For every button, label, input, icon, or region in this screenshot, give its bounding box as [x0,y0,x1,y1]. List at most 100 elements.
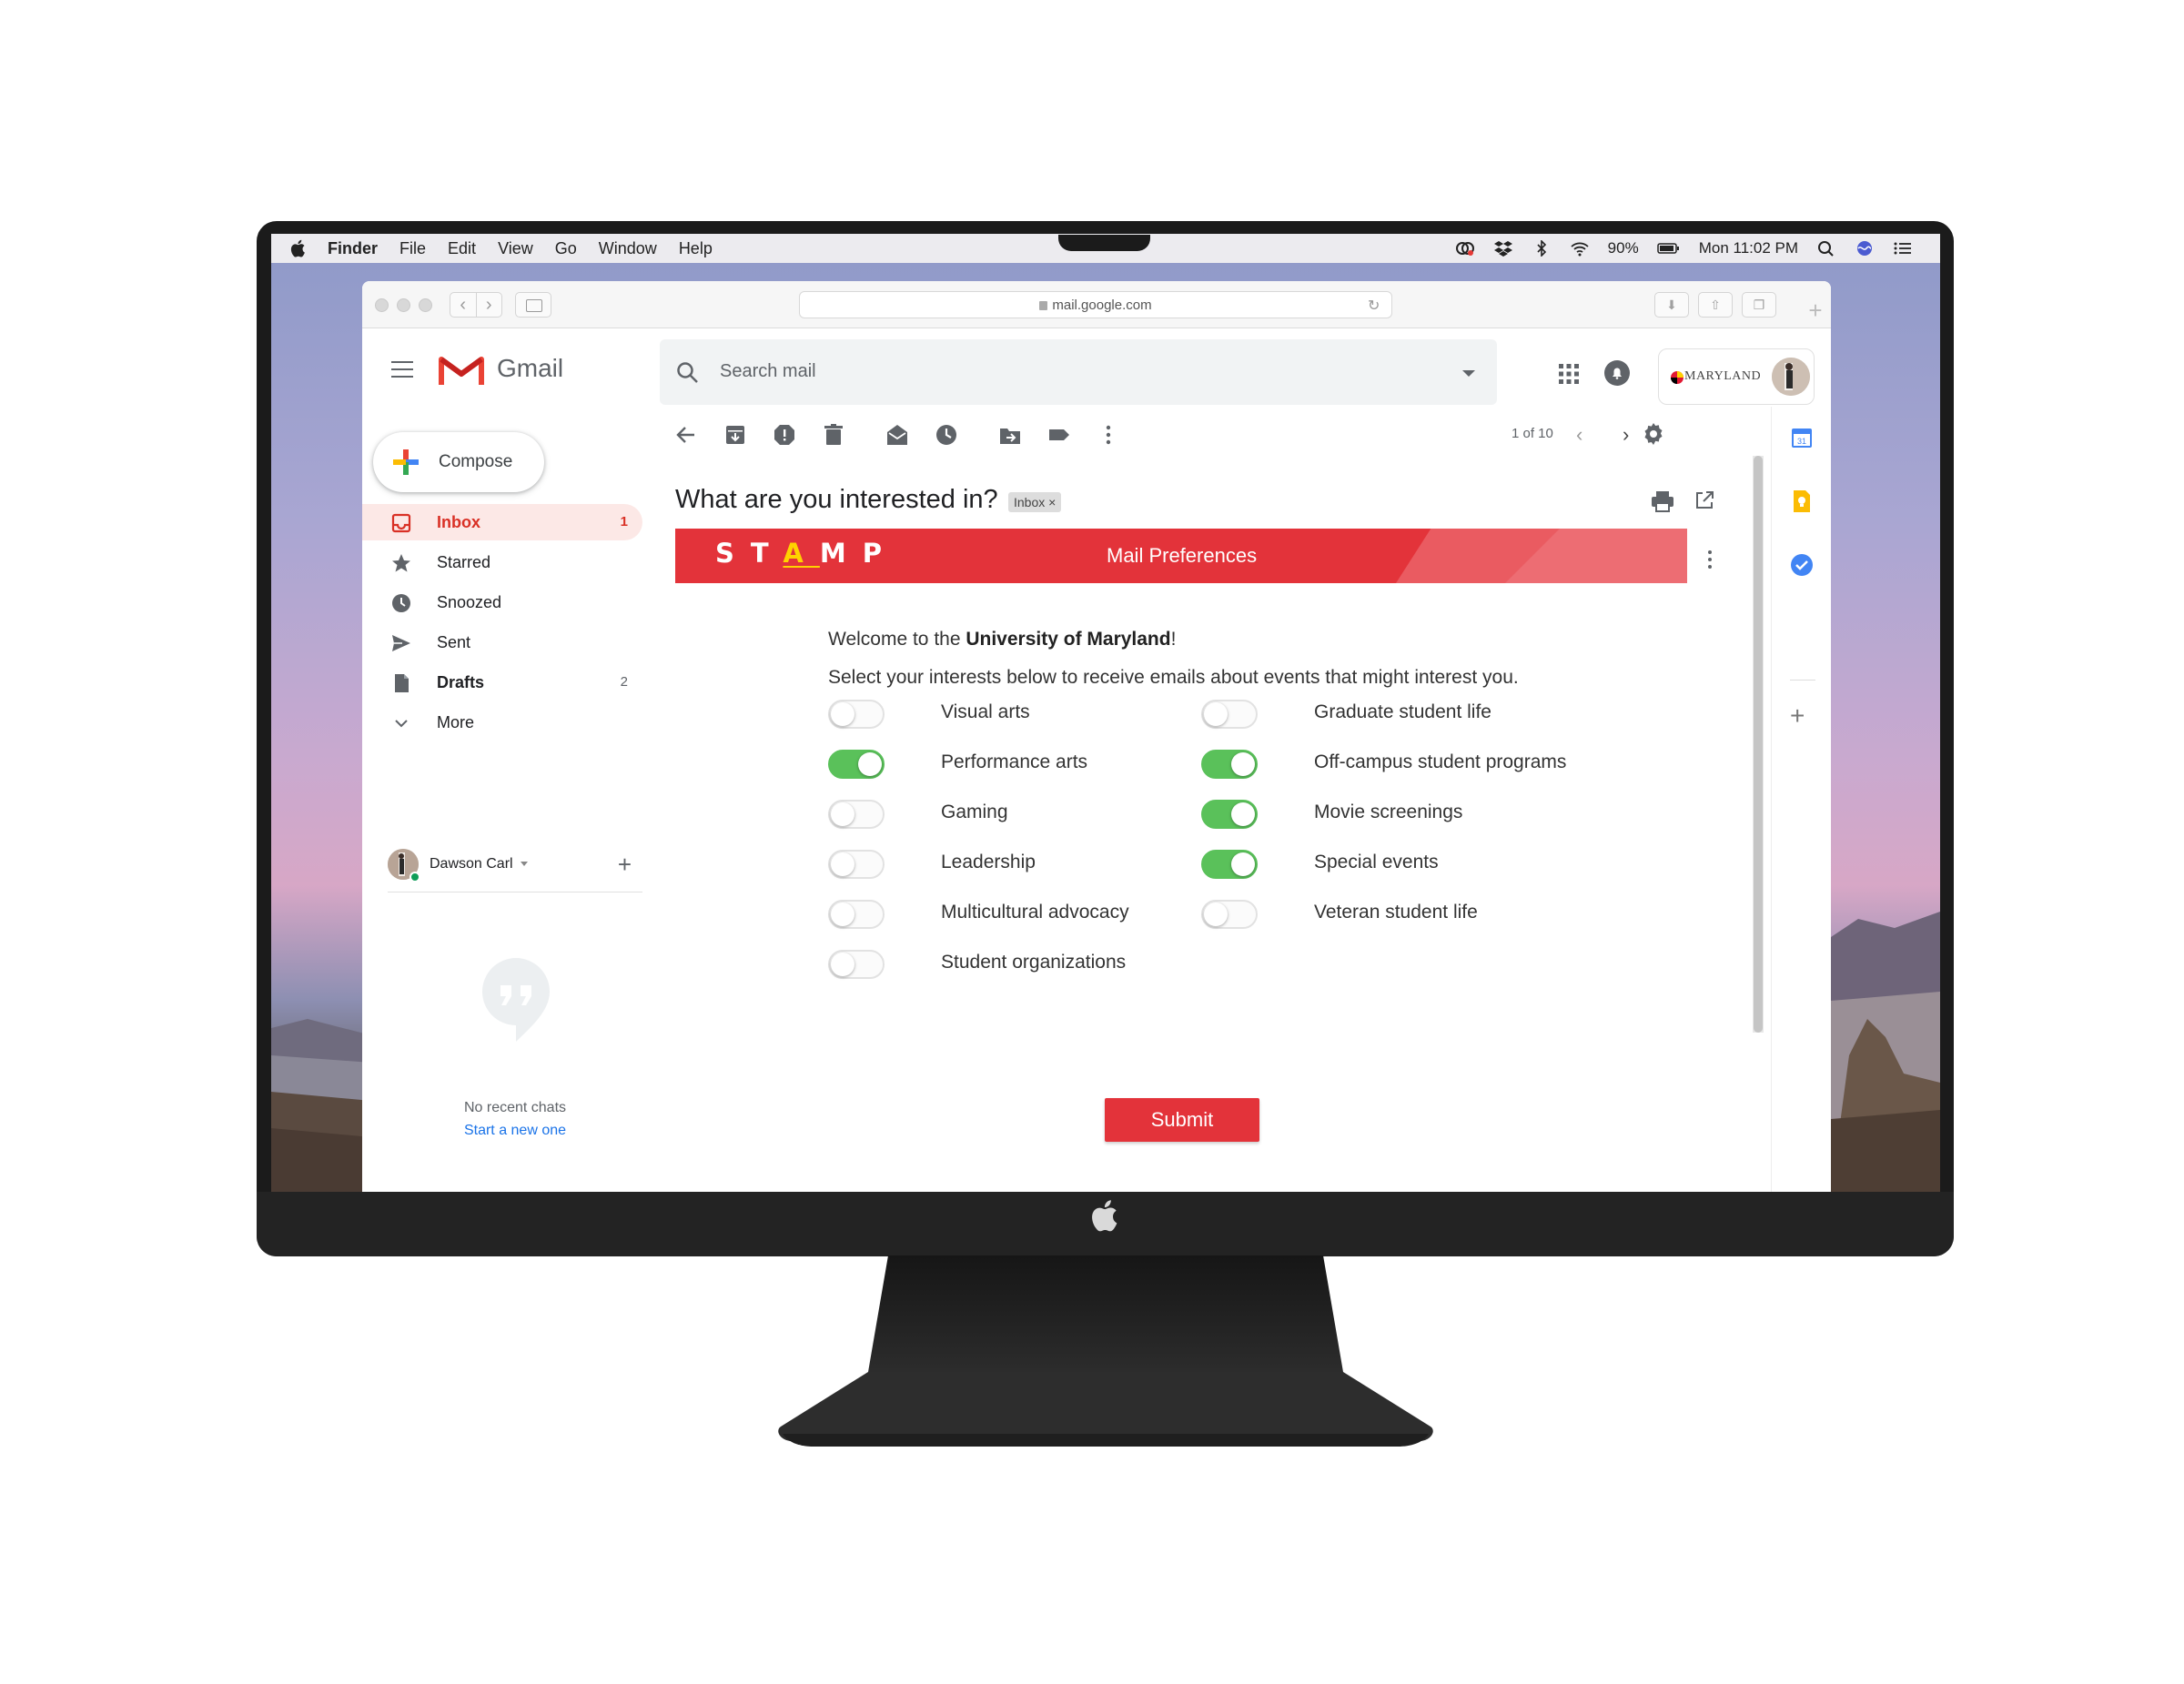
search-icon[interactable] [676,361,700,385]
reload-icon[interactable]: ↻ [1368,297,1384,314]
close-window-button[interactable] [375,298,389,312]
menubar-clock[interactable]: Mon 11:02 PM [1699,239,1798,257]
menu-edit[interactable]: Edit [448,239,476,258]
preference-toggle[interactable] [828,700,885,729]
main-menu-icon[interactable] [391,361,413,378]
address-bar[interactable]: mail.google.com ↻ [799,291,1392,318]
label-tag-icon[interactable] [1047,423,1071,447]
screen: Finder File Edit View Go Window Help 90%… [271,234,1940,1192]
gmail-app: Gmail Search mail MARYLAND Compose Inbox… [362,328,1831,1192]
preference-row: Performance arts [828,746,1192,782]
sidebar-item-more[interactable]: More [362,704,642,741]
toggle-knob [831,903,854,926]
newer-chevron-icon[interactable]: ‹ [1576,423,1594,446]
keep-icon[interactable] [1789,489,1815,514]
sidebar-item-inbox[interactable]: Inbox 1 [362,504,642,540]
get-addons-plus-icon[interactable]: + [1790,701,1805,731]
preference-row: Movie screenings [1201,796,1565,832]
share-icon[interactable]: ⇧ [1698,292,1733,318]
back-button[interactable]: ‹ [450,293,477,317]
preference-toggle[interactable] [1201,850,1258,879]
bluetooth-icon[interactable] [1532,240,1552,257]
tasks-icon[interactable] [1789,552,1815,578]
snooze-clock-icon[interactable] [935,423,958,447]
preference-row: Graduate student life [1201,696,1565,732]
menu-view[interactable]: View [498,239,533,258]
preference-toggle[interactable] [1201,700,1258,729]
preference-label: Movie screenings [1314,802,1463,822]
menu-window[interactable]: Window [599,239,657,258]
open-in-new-window-icon[interactable] [1694,490,1714,510]
new-chat-plus-icon[interactable]: + [618,851,632,879]
move-to-folder-icon[interactable] [998,423,1022,447]
sidebar-item-label: Sent [437,633,471,651]
new-tab-icon[interactable]: + [1800,292,1831,328]
minimize-window-button[interactable] [397,298,410,312]
welcome-line: Welcome to the University of Maryland! [828,629,1176,650]
preference-toggle[interactable] [828,750,885,779]
preference-toggle[interactable] [828,950,885,979]
preference-row: Student organizations [828,946,1192,983]
account-switcher[interactable]: MARYLAND [1658,348,1815,405]
back-arrow-icon[interactable] [674,423,698,447]
menu-help[interactable]: Help [679,239,713,258]
gmail-logo-icon[interactable] [439,352,484,387]
sidebar-item-sent[interactable]: Sent [362,624,642,660]
menu-go[interactable]: Go [555,239,577,258]
hangouts-user[interactable]: Dawson Carl + [388,838,642,892]
preference-toggle[interactable] [1201,800,1258,829]
settings-gear-icon[interactable] [1641,421,1666,447]
email-scrollbar[interactable] [1753,456,1764,1033]
downloads-icon[interactable]: ⬇ [1654,292,1689,318]
sidebar-item-starred[interactable]: Starred [362,544,642,580]
scrollbar-thumb[interactable] [1754,456,1763,1033]
calendar-icon[interactable]: 31 [1789,425,1815,450]
more-options-kebab-icon[interactable] [1097,423,1120,447]
stamp-logo-letter: M [819,538,863,569]
notifications-bell-icon[interactable] [1603,359,1631,387]
preference-row: Special events [1201,846,1565,882]
sidebar-item-label: More [437,713,475,731]
zoom-window-button[interactable] [419,298,432,312]
account-avatar[interactable] [1772,358,1810,396]
start-new-chat-link[interactable]: Start a new one [362,1123,668,1139]
menubar-app-name[interactable]: Finder [328,239,378,258]
dropbox-icon[interactable] [1493,240,1513,257]
toggle-knob [1231,752,1255,776]
wifi-icon[interactable] [1570,240,1590,257]
report-spam-icon[interactable] [773,423,796,447]
status-dropdown-icon[interactable] [521,862,528,866]
submit-button[interactable]: Submit [1105,1098,1259,1142]
preference-toggle[interactable] [828,900,885,929]
search-options-icon[interactable] [1462,370,1475,377]
mark-unread-icon[interactable] [885,423,909,447]
forward-button[interactable]: › [477,293,502,317]
menu-file[interactable]: File [399,239,426,258]
preference-toggle[interactable] [1201,750,1258,779]
battery-icon[interactable] [1656,240,1681,257]
apple-menu-icon[interactable] [289,238,306,258]
archive-icon[interactable] [723,423,747,447]
google-apps-icon[interactable] [1558,363,1580,385]
inbox-label-chip[interactable]: Inbox × [1008,492,1062,512]
print-icon[interactable] [1651,490,1674,512]
sidebar-item-label: Starred [437,553,491,571]
notification-center-icon[interactable] [1893,240,1913,257]
account-org-name: MARYLAND [1684,369,1762,383]
delete-trash-icon[interactable] [822,423,845,447]
search-bar[interactable]: Search mail [660,339,1497,405]
sidebar-item-snoozed[interactable]: Snoozed [362,584,642,620]
preference-toggle[interactable] [828,800,885,829]
older-chevron-icon[interactable]: › [1623,423,1641,446]
siri-icon[interactable] [1855,240,1875,257]
preference-toggle[interactable] [1201,900,1258,929]
tabs-overview-icon[interactable]: ❐ [1742,292,1776,318]
creative-cloud-icon[interactable] [1455,240,1475,257]
email-more-options-icon[interactable] [1707,549,1713,570]
sidebar-toggle-button[interactable] [515,292,551,318]
spotlight-search-icon[interactable] [1816,240,1836,257]
compose-button[interactable]: Compose [373,432,544,492]
search-input[interactable]: Search mail [720,361,816,382]
preference-toggle[interactable] [828,850,885,879]
sidebar-item-drafts[interactable]: Drafts 2 [362,664,642,701]
